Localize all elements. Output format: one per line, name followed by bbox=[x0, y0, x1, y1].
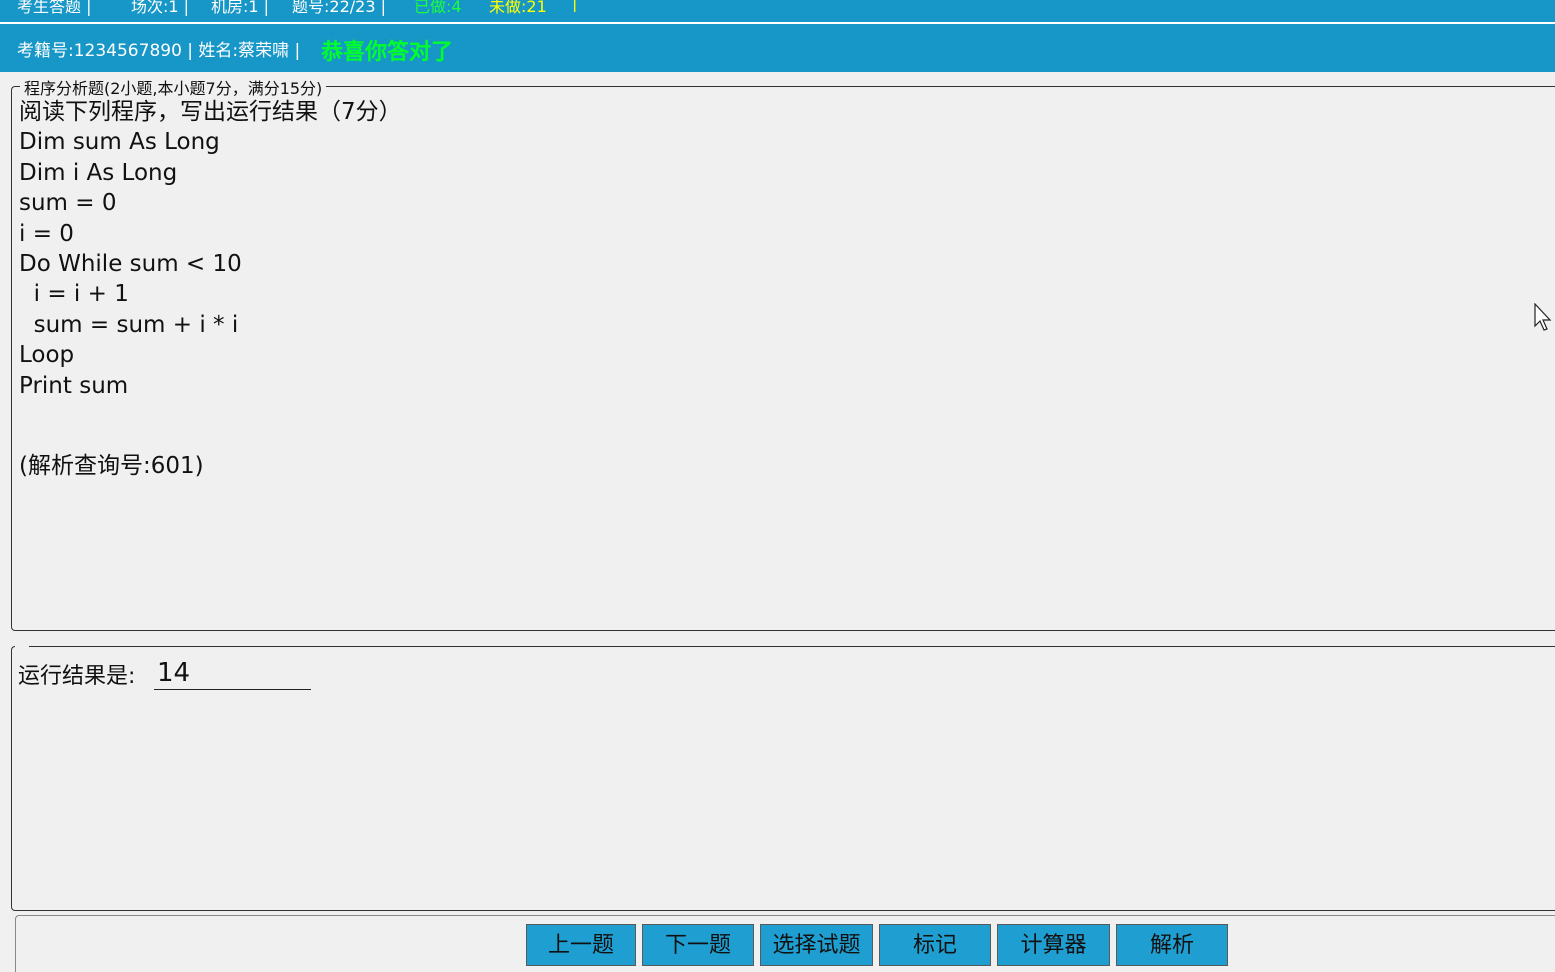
question-text: 阅读下列程序，写出运行结果（7分） Dim sum As Long Dim i … bbox=[19, 97, 402, 401]
code-line: Do While sum < 10 bbox=[19, 250, 242, 277]
status-question-number: 题号:22/23 | bbox=[292, 0, 386, 16]
status-session: 场次:1 | bbox=[131, 0, 190, 16]
answer-label: 运行结果是: bbox=[18, 664, 136, 689]
code-line: sum = sum + i * i bbox=[19, 311, 239, 338]
answer-panel-legend-gap bbox=[15, 640, 29, 650]
exam-status-bar: 考生答题 | 场次:1 | 机房:1 | 题号:22/23 | 已做:4 未做:… bbox=[0, 0, 1555, 22]
select-question-button[interactable]: 选择试题 bbox=[760, 924, 873, 966]
question-line: 阅读下列程序，写出运行结果（7分） bbox=[19, 99, 402, 125]
previous-question-button[interactable]: 上一题 bbox=[526, 924, 636, 966]
analysis-button[interactable]: 解析 bbox=[1116, 924, 1228, 966]
code-line: sum = 0 bbox=[19, 190, 117, 217]
candidate-info: 考籍号:1234567890 | 姓名:蔡荣啸 | bbox=[17, 41, 301, 61]
mouse-cursor-icon bbox=[1534, 303, 1552, 331]
code-line: Loop bbox=[19, 342, 75, 369]
status-separator: | bbox=[572, 0, 578, 12]
analysis-reference-number: (解析查询号:601) bbox=[19, 453, 204, 479]
calculator-button[interactable]: 计算器 bbox=[997, 924, 1110, 966]
status-mode: 考生答题 | bbox=[17, 0, 92, 16]
status-todo-count: 未做:21 bbox=[489, 0, 547, 16]
mark-button[interactable]: 标记 bbox=[879, 924, 991, 966]
next-question-button[interactable]: 下一题 bbox=[642, 924, 754, 966]
candidate-info-bar: 考籍号:1234567890 | 姓名:蔡荣啸 | 恭喜你答对了 bbox=[0, 22, 1555, 72]
code-line: i = 0 bbox=[19, 220, 74, 247]
code-line: Dim sum As Long bbox=[19, 129, 220, 156]
status-room: 机房:1 | bbox=[211, 0, 270, 16]
question-type-legend: 程序分析题(2小题,本小题7分，满分15分) bbox=[20, 75, 327, 99]
status-done-count: 已做:4 bbox=[414, 0, 462, 16]
code-line: Dim i As Long bbox=[19, 159, 178, 186]
correct-answer-message: 恭喜你答对了 bbox=[321, 40, 454, 65]
code-line: i = i + 1 bbox=[19, 281, 129, 308]
answer-input[interactable] bbox=[154, 656, 311, 690]
code-line: Print sum bbox=[19, 372, 129, 399]
